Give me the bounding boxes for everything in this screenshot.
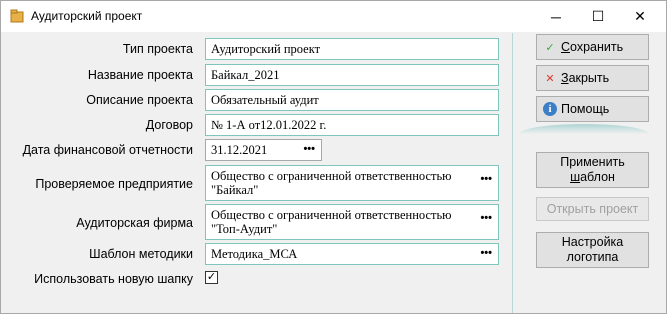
close-window-button[interactable]: ✕ bbox=[621, 1, 659, 32]
close-button-label: Закрыть bbox=[561, 71, 610, 85]
use-new-header-label: Использовать новую шапку bbox=[34, 272, 193, 286]
window-title: Аудиторский проект bbox=[31, 9, 143, 23]
project-type-field[interactable]: Аудиторский проект bbox=[205, 38, 499, 60]
project-type-value: Аудиторский проект bbox=[211, 42, 321, 56]
help-button[interactable]: i Помощь bbox=[536, 96, 649, 122]
logo-settings-button[interactable]: Настройка логотипа bbox=[536, 232, 649, 268]
minimize-icon: ─ bbox=[551, 8, 561, 25]
save-button-label: Сохранить bbox=[561, 40, 624, 54]
apply-template-button[interactable]: Применить шаблон bbox=[536, 152, 649, 188]
open-project-button[interactable]: Открыть проект bbox=[536, 197, 649, 221]
logo-settings-line2: логотипа bbox=[566, 250, 619, 264]
audit-firm-field[interactable]: Общество с ограниченной ответственностью… bbox=[205, 204, 499, 240]
maximize-icon: ☐ bbox=[591, 8, 605, 24]
contract-field[interactable]: № 1-А от12.01.2022 г. bbox=[205, 114, 499, 136]
open-project-label: Открыть проект bbox=[546, 201, 639, 216]
audited-company-browse-icon[interactable]: ••• bbox=[480, 172, 492, 186]
separator-glow bbox=[519, 124, 649, 134]
contract-label: Договор bbox=[145, 118, 193, 132]
checkmark-icon: ✓ bbox=[545, 41, 555, 54]
logo-settings-line1: Настройка bbox=[561, 235, 624, 249]
project-description-value: Обязательный аудит bbox=[211, 93, 319, 107]
methodology-template-label: Шаблон методики bbox=[89, 247, 193, 261]
report-date-label: Дата финансовой отчетности bbox=[22, 143, 193, 157]
methodology-browse-icon[interactable]: ••• bbox=[480, 246, 492, 260]
save-button[interactable]: ✓ Сохранить bbox=[536, 34, 649, 60]
audited-company-line1: Общество с ограниченной ответственностью bbox=[211, 169, 452, 183]
audit-firm-line2: "Топ-Аудит" bbox=[211, 222, 278, 236]
audit-firm-label: Аудиторская фирма bbox=[76, 216, 193, 230]
project-name-field[interactable]: Байкал_2021 bbox=[205, 64, 499, 86]
apply-template-label: Применить шаблон bbox=[560, 155, 625, 184]
project-type-label: Тип проекта bbox=[122, 42, 193, 56]
minimize-button[interactable]: ─ bbox=[537, 1, 575, 32]
date-picker-icon[interactable]: ••• bbox=[303, 142, 315, 156]
help-button-label: Помощь bbox=[561, 102, 610, 116]
close-button[interactable]: ✕ Закрыть bbox=[536, 65, 649, 91]
audit-project-window: Аудиторский проект ─ ☐ ✕ Тип проекта Наз… bbox=[0, 0, 667, 314]
maximize-button[interactable]: ☐ bbox=[579, 1, 617, 32]
info-icon: i bbox=[543, 102, 557, 116]
audited-company-field[interactable]: Общество с ограниченной ответственностью… bbox=[205, 165, 499, 201]
audit-firm-line1: Общество с ограниченной ответственностью bbox=[211, 208, 452, 222]
project-description-label: Описание проекта bbox=[86, 93, 193, 107]
checkmark-icon: ✓ bbox=[206, 271, 217, 283]
vertical-divider bbox=[512, 33, 513, 313]
title-bar: Аудиторский проект ─ ☐ ✕ bbox=[1, 1, 666, 32]
close-icon: ✕ bbox=[634, 8, 646, 24]
audit-firm-browse-icon[interactable]: ••• bbox=[480, 211, 492, 225]
project-name-label: Название проекта bbox=[87, 68, 193, 82]
audited-company-line2: "Байкал" bbox=[211, 183, 259, 197]
use-new-header-checkbox[interactable]: ✓ bbox=[205, 271, 218, 284]
contract-value: № 1-А от12.01.2022 г. bbox=[211, 118, 327, 132]
project-name-value: Байкал_2021 bbox=[211, 68, 280, 82]
cross-icon: ✕ bbox=[545, 72, 555, 85]
audited-company-label: Проверяемое предприятие bbox=[35, 177, 193, 191]
methodology-template-field[interactable]: Методика_МСА ••• bbox=[205, 243, 499, 265]
project-description-field[interactable]: Обязательный аудит bbox=[205, 89, 499, 111]
report-date-value: 31.12.2021 bbox=[211, 143, 268, 157]
app-icon bbox=[10, 9, 24, 23]
methodology-template-value: Методика_МСА bbox=[211, 247, 298, 261]
report-date-field[interactable]: 31.12.2021 ••• bbox=[205, 139, 322, 161]
